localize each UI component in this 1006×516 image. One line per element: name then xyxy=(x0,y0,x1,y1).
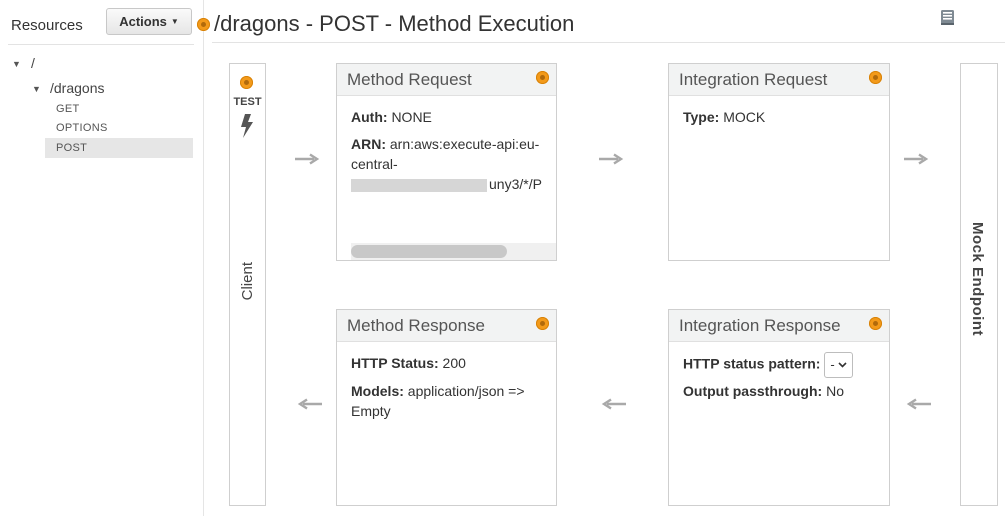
gear-icon[interactable] xyxy=(240,76,253,89)
arn-value-line3: uny3/*/POS xyxy=(489,176,542,192)
method-request-card[interactable]: Method Request Auth: NONE ARN: arn:aws:e… xyxy=(336,63,557,261)
integration-response-body: HTTP status pattern: - Output passthroug… xyxy=(669,342,889,401)
arn-value-line2: central- xyxy=(351,156,398,172)
gear-icon[interactable] xyxy=(869,71,882,84)
resources-title: Resources xyxy=(11,17,83,34)
tree-expand-icon[interactable]: ▼ xyxy=(32,84,41,94)
scrollbar-thumb[interactable] xyxy=(351,245,507,258)
models-value: application/json => xyxy=(407,383,525,399)
output-passthrough-key: Output passthrough: xyxy=(683,383,823,399)
gear-icon[interactable] xyxy=(536,317,549,330)
arn-key: ARN: xyxy=(351,136,386,152)
caret-down-icon: ▼ xyxy=(170,17,179,26)
status-pattern-value: - xyxy=(830,357,835,372)
page-title: /dragons - POST - Method Execution xyxy=(214,11,575,36)
sidebar-divider xyxy=(8,44,194,45)
actions-button[interactable]: Actions ▼ xyxy=(106,8,192,35)
arrow-right-icon xyxy=(295,153,320,165)
integration-request-header: Integration Request xyxy=(669,64,889,96)
tree-item-dragons[interactable]: /dragons xyxy=(50,80,104,96)
http-status-key: HTTP Status: xyxy=(351,355,439,371)
models-key: Models: xyxy=(351,383,404,399)
arrow-left-icon xyxy=(906,398,931,410)
status-pattern-key: HTTP status pattern: xyxy=(683,355,821,372)
mock-endpoint-label: Mock Endpoint xyxy=(969,222,986,336)
method-request-title[interactable]: Method Request xyxy=(347,70,472,90)
horizontal-scrollbar[interactable] xyxy=(351,243,556,260)
http-status-value: 200 xyxy=(442,355,466,371)
method-response-card[interactable]: Method Response HTTP Status: 200 Models:… xyxy=(336,309,557,506)
client-label: Client xyxy=(239,262,256,301)
lightning-bolt-icon[interactable] xyxy=(239,113,255,139)
integration-response-card[interactable]: Integration Response HTTP status pattern… xyxy=(668,309,890,506)
arrow-right-icon xyxy=(904,153,929,165)
integration-response-header: Integration Response xyxy=(669,310,889,342)
type-key: Type: xyxy=(683,109,720,125)
integration-request-body: Type: MOCK xyxy=(669,96,889,127)
redacted-block xyxy=(351,178,487,192)
type-value: MOCK xyxy=(723,109,766,125)
tree-item-post[interactable]: POST xyxy=(56,142,87,154)
method-response-title[interactable]: Method Response xyxy=(347,316,485,336)
method-request-header: Method Request xyxy=(337,64,556,96)
integration-request-card[interactable]: Integration Request Type: MOCK xyxy=(668,63,890,261)
auth-key: Auth: xyxy=(351,109,388,125)
tree-expand-icon[interactable]: ▼ xyxy=(12,59,21,69)
models-value-line2: Empty xyxy=(351,403,391,419)
status-pattern-select[interactable]: - xyxy=(824,352,853,378)
resources-sidebar: Resources Actions ▼ ▼ / ▼ /dragons GET O… xyxy=(0,0,204,516)
arrow-right-icon xyxy=(599,153,624,165)
actions-label: Actions xyxy=(119,14,167,29)
tree-item-get[interactable]: GET xyxy=(56,103,80,115)
arn-value-line1: arn:aws:execute-api:eu- xyxy=(389,136,540,152)
book-icon[interactable] xyxy=(938,8,957,27)
gear-icon[interactable] xyxy=(536,71,549,84)
output-passthrough-value: No xyxy=(826,383,844,399)
auth-value: NONE xyxy=(391,109,432,125)
tree-item-options[interactable]: OPTIONS xyxy=(56,122,108,134)
gear-icon[interactable] xyxy=(869,317,882,330)
tree-item-root[interactable]: / xyxy=(31,55,35,71)
arrow-left-icon xyxy=(297,398,322,410)
method-request-body: Auth: NONE ARN: arn:aws:execute-api:eu- … xyxy=(337,96,556,194)
integration-request-title[interactable]: Integration Request xyxy=(679,70,827,90)
chevron-down-icon xyxy=(838,362,847,368)
arrow-left-icon xyxy=(601,398,626,410)
gear-icon[interactable] xyxy=(197,18,210,31)
method-response-body: HTTP Status: 200 Models: application/jso… xyxy=(337,342,556,421)
title-divider xyxy=(212,42,1005,43)
integration-response-title[interactable]: Integration Response xyxy=(679,316,841,336)
test-link[interactable]: TEST xyxy=(232,96,263,108)
method-response-header: Method Response xyxy=(337,310,556,342)
